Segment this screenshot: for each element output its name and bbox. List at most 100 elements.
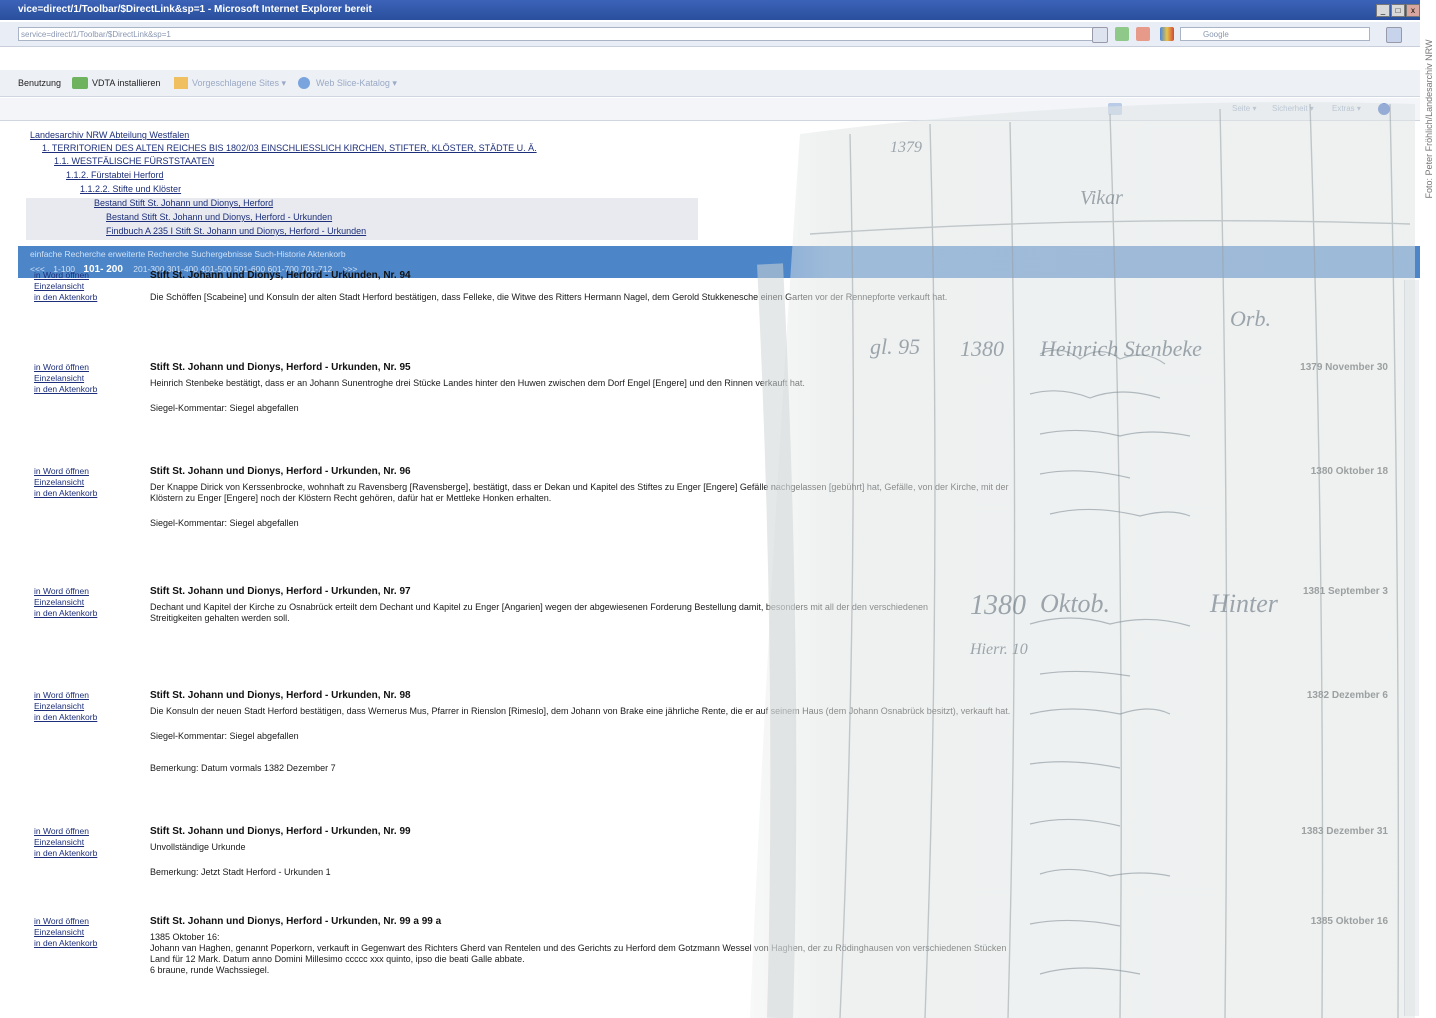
record-title[interactable]: Stift St. Johann und Dionys, Herford - U…: [150, 466, 411, 477]
record-description: Dechant und Kapitel der Kirche zu Osnabr…: [150, 602, 928, 612]
tree-item-fuerstabtei[interactable]: 1.1.2. Fürstabtei Herford: [66, 170, 164, 180]
record-date: 1383 Dezember 31: [1301, 826, 1388, 837]
single-view-link[interactable]: Einzelansicht: [34, 837, 134, 848]
command-extras[interactable]: Extras ▾: [1332, 98, 1361, 120]
links-item-web-slice[interactable]: Web Slice-Katalog ▾: [316, 70, 397, 96]
refresh-icon[interactable]: [1115, 27, 1129, 41]
record-title[interactable]: Stift St. Johann und Dionys, Herford - U…: [150, 270, 411, 281]
record-actions: in Word öffnen Einzelansicht in den Aktenk…: [34, 916, 134, 949]
photo-credit: Foto: Peter Fröhlich/Landesarchiv NRW: [1422, 4, 1436, 244]
window-title: vice=direct/1/Toolbar/$DirectLink&sp=1 -…: [18, 4, 372, 15]
tree-item-stifte[interactable]: 1.1.2.2. Stifte und Klöster: [80, 184, 181, 194]
record-title[interactable]: Stift St. Johann und Dionys, Herford - U…: [150, 586, 411, 597]
record-date: 1382 Dezember 6: [1306, 690, 1388, 701]
close-button[interactable]: x: [1406, 4, 1420, 17]
results-list: in Word öffnen Einzelansicht in den Aktenk…: [18, 270, 1420, 1018]
single-view-link[interactable]: Einzelansicht: [34, 701, 134, 712]
links-item-benutzung[interactable]: Benutzung: [18, 70, 61, 96]
record-description: Heinrich Stenbeke bestätigt, dass er an …: [150, 378, 805, 388]
record-description: 6 braune, runde Wachssiegel.: [150, 965, 270, 975]
record-title[interactable]: Stift St. Johann und Dionys, Herford - U…: [150, 362, 411, 373]
help-icon[interactable]: [1378, 103, 1390, 115]
single-view-link[interactable]: Einzelansicht: [34, 281, 134, 292]
record-description: Unvollständige Urkunde: [150, 842, 246, 852]
word-open-link[interactable]: in Word öffnen: [34, 270, 134, 281]
word-open-link[interactable]: in Word öffnen: [34, 826, 134, 837]
address-bar: service=direct/1/Toolbar/$DirectLink&sp=…: [0, 22, 1420, 47]
web-slice-icon: [298, 77, 310, 89]
record-description: Land für 12 Mark. Datum anno Domini Mill…: [150, 954, 525, 964]
record-description: Der Knappe Dirick von Kerssenbrocke, woh…: [150, 482, 1009, 492]
single-view-link[interactable]: Einzelansicht: [34, 597, 134, 608]
add-to-cart-link[interactable]: in den Aktenkorb: [34, 488, 134, 499]
tree-item-territorien[interactable]: 1. TERRITORIEN DES ALTEN REICHES BIS 180…: [42, 143, 537, 153]
command-sicherheit[interactable]: Sicherheit ▾: [1272, 98, 1314, 120]
record-note: Siegel-Kommentar: Siegel abgefallen: [150, 731, 299, 741]
add-to-cart-link[interactable]: in den Aktenkorb: [34, 384, 134, 395]
record-description: Klöstern zu Enger [Engere] noch der Klös…: [150, 493, 552, 503]
record-title[interactable]: Stift St. Johann und Dionys, Herford - U…: [150, 826, 411, 837]
record-actions: in Word öffnen Einzelansicht in den Aktenk…: [34, 586, 134, 619]
minimize-button[interactable]: _: [1376, 4, 1390, 17]
single-view-link[interactable]: Einzelansicht: [34, 373, 134, 384]
links-bar: Benutzung VDTA installieren Vorgeschlage…: [0, 70, 1420, 97]
record-description: Streitigkeiten gehalten werden soll.: [150, 613, 290, 623]
search-icon[interactable]: [1386, 27, 1402, 43]
record-note: Bemerkung: Datum vormals 1382 Dezember 7: [150, 763, 336, 773]
tree-item-fuerststaaten[interactable]: 1.1. WESTFÄLISCHE FÜRSTSTAATEN: [54, 156, 214, 166]
word-open-link[interactable]: in Word öffnen: [34, 362, 134, 373]
record-description: 1385 Oktober 16:: [150, 932, 220, 942]
tree-item-findbuch[interactable]: Findbuch A 235 I Stift St. Johann und Di…: [106, 226, 366, 236]
stop-icon[interactable]: [1136, 27, 1150, 41]
window-titlebar: vice=direct/1/Toolbar/$DirectLink&sp=1 -…: [0, 0, 1420, 20]
maximize-button[interactable]: □: [1391, 4, 1405, 17]
record-description: Die Konsuln der neuen Stadt Herford best…: [150, 706, 1011, 716]
links-item-sites[interactable]: Vorgeschlagene Sites ▾: [192, 70, 286, 96]
word-open-link[interactable]: in Word öffnen: [34, 466, 134, 477]
record-description: Die Schöffen [Scabeine] und Konsuln der …: [150, 292, 948, 302]
command-bar: Seite ▾ Sicherheit ▾ Extras ▾: [0, 98, 1420, 121]
word-open-link[interactable]: in Word öffnen: [34, 586, 134, 597]
links-item-vdta[interactable]: VDTA installieren: [92, 70, 160, 96]
record-actions: in Word öffnen Einzelansicht in den Aktenk…: [34, 690, 134, 723]
record-actions: in Word öffnen Einzelansicht in den Aktenk…: [34, 466, 134, 499]
record-note: Bemerkung: Jetzt Stadt Herford - Urkunde…: [150, 867, 331, 877]
tree-item-landesarchiv[interactable]: Landesarchiv NRW Abteilung Westfalen: [30, 130, 189, 140]
record-actions: in Word öffnen Einzelansicht in den Aktenk…: [34, 826, 134, 859]
record-date: 1380 Oktober 18: [1310, 466, 1388, 477]
search-input[interactable]: Google: [1180, 27, 1370, 41]
word-open-link[interactable]: in Word öffnen: [34, 690, 134, 701]
record-note: Siegel-Kommentar: Siegel abgefallen: [150, 403, 299, 413]
dropdown-icon[interactable]: [1092, 27, 1108, 43]
record-actions: in Word öffnen Einzelansicht in den Aktenk…: [34, 270, 134, 303]
record-note: Siegel-Kommentar: Siegel abgefallen: [150, 518, 299, 528]
record-actions: in Word öffnen Einzelansicht in den Aktenk…: [34, 362, 134, 395]
add-to-cart-link[interactable]: in den Aktenkorb: [34, 292, 134, 303]
record-title[interactable]: Stift St. Johann und Dionys, Herford - U…: [150, 916, 441, 927]
command-seite[interactable]: Seite ▾: [1232, 98, 1256, 120]
url-input[interactable]: service=direct/1/Toolbar/$DirectLink&sp=…: [18, 27, 1098, 41]
photo-credit-text: Foto: Peter Fröhlich/Landesarchiv NRW: [1424, 39, 1434, 199]
record-date: 1379 November 30: [1300, 362, 1388, 373]
google-icon: [1160, 27, 1174, 41]
scrollbar[interactable]: [1404, 280, 1419, 1016]
single-view-link[interactable]: Einzelansicht: [34, 927, 134, 938]
browser-window: vice=direct/1/Toolbar/$DirectLink&sp=1 -…: [0, 0, 1420, 1018]
sites-icon: [174, 77, 188, 89]
word-open-link[interactable]: in Word öffnen: [34, 916, 134, 927]
vdta-icon: [72, 77, 88, 89]
add-to-cart-link[interactable]: in den Aktenkorb: [34, 938, 134, 949]
record-description: Johann van Haghen, genannt Poperkorn, ve…: [150, 943, 1007, 953]
record-title[interactable]: Stift St. Johann und Dionys, Herford - U…: [150, 690, 411, 701]
record-date: 1381 September 3: [1302, 586, 1388, 597]
add-to-cart-link[interactable]: in den Aktenkorb: [34, 712, 134, 723]
tree-item-bestand-urkunden[interactable]: Bestand Stift St. Johann und Dionys, Her…: [106, 212, 332, 222]
record-date: 1385 Oktober 16: [1310, 916, 1388, 927]
archive-tree: Landesarchiv NRW Abteilung Westfalen 1. …: [0, 124, 1420, 244]
nav-tabs[interactable]: einfache Recherche erweiterte Recherche …: [30, 249, 346, 259]
tree-item-bestand[interactable]: Bestand Stift St. Johann und Dionys, Her…: [94, 198, 273, 208]
add-to-cart-link[interactable]: in den Aktenkorb: [34, 608, 134, 619]
home-icon[interactable]: [1108, 103, 1122, 115]
add-to-cart-link[interactable]: in den Aktenkorb: [34, 848, 134, 859]
single-view-link[interactable]: Einzelansicht: [34, 477, 134, 488]
